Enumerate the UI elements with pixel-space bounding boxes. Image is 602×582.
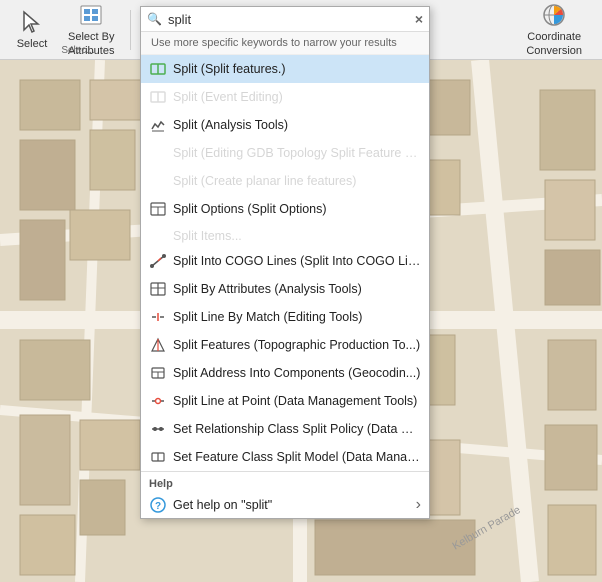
menu-item-set-rel-class[interactable]: Set Relationship Class Split Policy (Dat… (141, 415, 429, 443)
menu-item-split-options-text: Split Options (Split Options) (173, 202, 327, 216)
select-section-label: Selec... (8, 45, 148, 56)
get-help-text: Get help on "split" (173, 498, 272, 512)
split-options-icon (149, 200, 167, 218)
split-items-text: Split Items... (173, 229, 242, 243)
coordinate-conversion-label: CoordinateConversion (526, 31, 582, 57)
coordinate-conversion-button[interactable]: CoordinateConversion (518, 4, 590, 56)
get-help-item[interactable]: ? Get help on "split" › (141, 492, 429, 518)
menu-item-split-features2[interactable]: Split Features (Topographic Production T… (141, 331, 429, 359)
menu-item-split-options[interactable]: Split Options (Split Options) (141, 195, 429, 223)
menu-item-split-gdb-text: Split (Editing GDB Topology Split Featur… (173, 146, 421, 160)
search-clear-button[interactable]: × (415, 11, 423, 27)
split-planar-icon (149, 172, 167, 190)
menu-item-set-feature-class-text: Set Feature Class Split Model (Data Mana… (173, 450, 421, 464)
help-arrow: › (416, 496, 421, 514)
split-features2-icon (149, 336, 167, 354)
help-icon: ? (149, 496, 167, 514)
menu-item-split-line-point-text: Split Line at Point (Data Management Too… (173, 394, 417, 408)
menu-item-set-feature-class[interactable]: Set Feature Class Split Model (Data Mana… (141, 443, 429, 471)
menu-item-split-by-attr[interactable]: Split By Attributes (Analysis Tools) (141, 275, 429, 303)
menu-item-split-cogo-text: Split Into COGO Lines (Split Into COGO L… (173, 254, 421, 268)
menu-item-split-gdb: Split (Editing GDB Topology Split Featur… (141, 139, 429, 167)
help-section: Help ? Get help on "split" › (141, 471, 429, 518)
split-features-icon (149, 60, 167, 78)
select-by-attr-icon (75, 1, 107, 29)
help-label: Help (141, 474, 429, 492)
search-input-row: 🔍 × (141, 7, 429, 32)
menu-item-split-cogo[interactable]: Split Into COGO Lines (Split Into COGO L… (141, 247, 429, 275)
menu-item-set-rel-class-text: Set Relationship Class Split Policy (Dat… (173, 422, 421, 436)
menu-item-split-line-match[interactable]: Split Line By Match (Editing Tools) (141, 303, 429, 331)
split-items-icon (149, 227, 167, 245)
menu-item-split-by-attr-text: Split By Attributes (Analysis Tools) (173, 282, 362, 296)
menu-item-split-features[interactable]: Split (Split features.) (141, 55, 429, 83)
split-by-attr-icon (149, 280, 167, 298)
menu-item-split-planar: Split (Create planar line features) (141, 167, 429, 195)
menu-item-split-address-text: Split Address Into Components (Geocodin.… (173, 366, 420, 380)
split-address-icon (149, 364, 167, 382)
svg-text:?: ? (155, 501, 161, 512)
split-event-icon (149, 88, 167, 106)
menu-items-list: Split (Split features.) Split (Event Edi… (141, 55, 429, 471)
split-line-match-icon (149, 308, 167, 326)
split-line-point-icon (149, 392, 167, 410)
menu-item-split-features-text: Split (Split features.) (173, 62, 286, 76)
menu-item-split-line-point[interactable]: Split Line at Point (Data Management Too… (141, 387, 429, 415)
split-analysis-icon (149, 116, 167, 134)
search-input[interactable] (168, 12, 409, 27)
menu-item-split-event-text: Split (Event Editing) (173, 90, 283, 104)
menu-item-split-features2-text: Split Features (Topographic Production T… (173, 338, 420, 352)
select-icon (16, 8, 48, 37)
search-dropdown: 🔍 × Use more specific keywords to narrow… (140, 6, 430, 519)
split-items-header: Split Items... (141, 223, 429, 247)
menu-item-split-planar-text: Split (Create planar line features) (173, 174, 356, 188)
menu-item-split-line-match-text: Split Line By Match (Editing Tools) (173, 310, 362, 324)
menu-item-split-address[interactable]: Split Address Into Components (Geocodin.… (141, 359, 429, 387)
search-hint: Use more specific keywords to narrow you… (141, 32, 429, 55)
split-cogo-icon (149, 252, 167, 270)
menu-item-split-event: Split (Event Editing) (141, 83, 429, 111)
menu-item-split-analysis-text: Split (Analysis Tools) (173, 118, 288, 132)
split-gdb-icon (149, 144, 167, 162)
set-rel-class-icon (149, 420, 167, 438)
set-feature-class-icon (149, 448, 167, 466)
coordinate-conversion-icon (538, 1, 570, 29)
search-icon: 🔍 (147, 12, 162, 26)
separator-1 (130, 10, 131, 50)
menu-item-split-analysis[interactable]: Split (Analysis Tools) (141, 111, 429, 139)
get-help-left: ? Get help on "split" (149, 496, 272, 514)
